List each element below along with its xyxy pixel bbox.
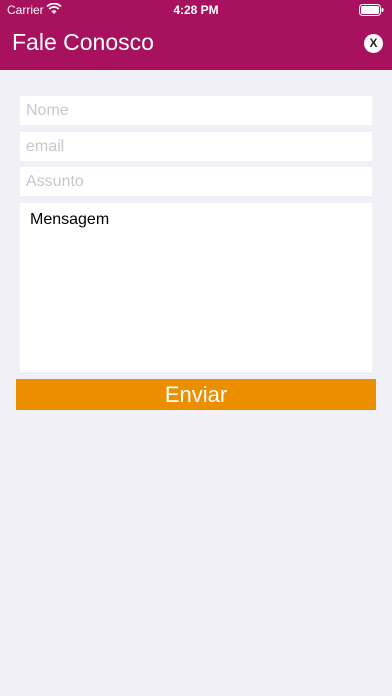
- email-input[interactable]: email: [20, 132, 372, 161]
- name-input[interactable]: Nome: [20, 96, 372, 125]
- battery-icon: [359, 4, 384, 16]
- subject-input[interactable]: Assunto: [20, 167, 372, 196]
- page-title: Fale Conosco: [12, 29, 154, 55]
- app-header: Carrier 4:28 PM Fale Conosco X: [0, 0, 392, 70]
- message-text: Mensagem: [30, 211, 110, 228]
- status-bar: Carrier 4:28 PM: [0, 0, 392, 20]
- close-button[interactable]: X: [364, 34, 383, 53]
- send-button[interactable]: Enviar: [16, 379, 376, 410]
- message-textarea[interactable]: Mensagem: [20, 203, 372, 372]
- status-time: 4:28 PM: [173, 3, 219, 17]
